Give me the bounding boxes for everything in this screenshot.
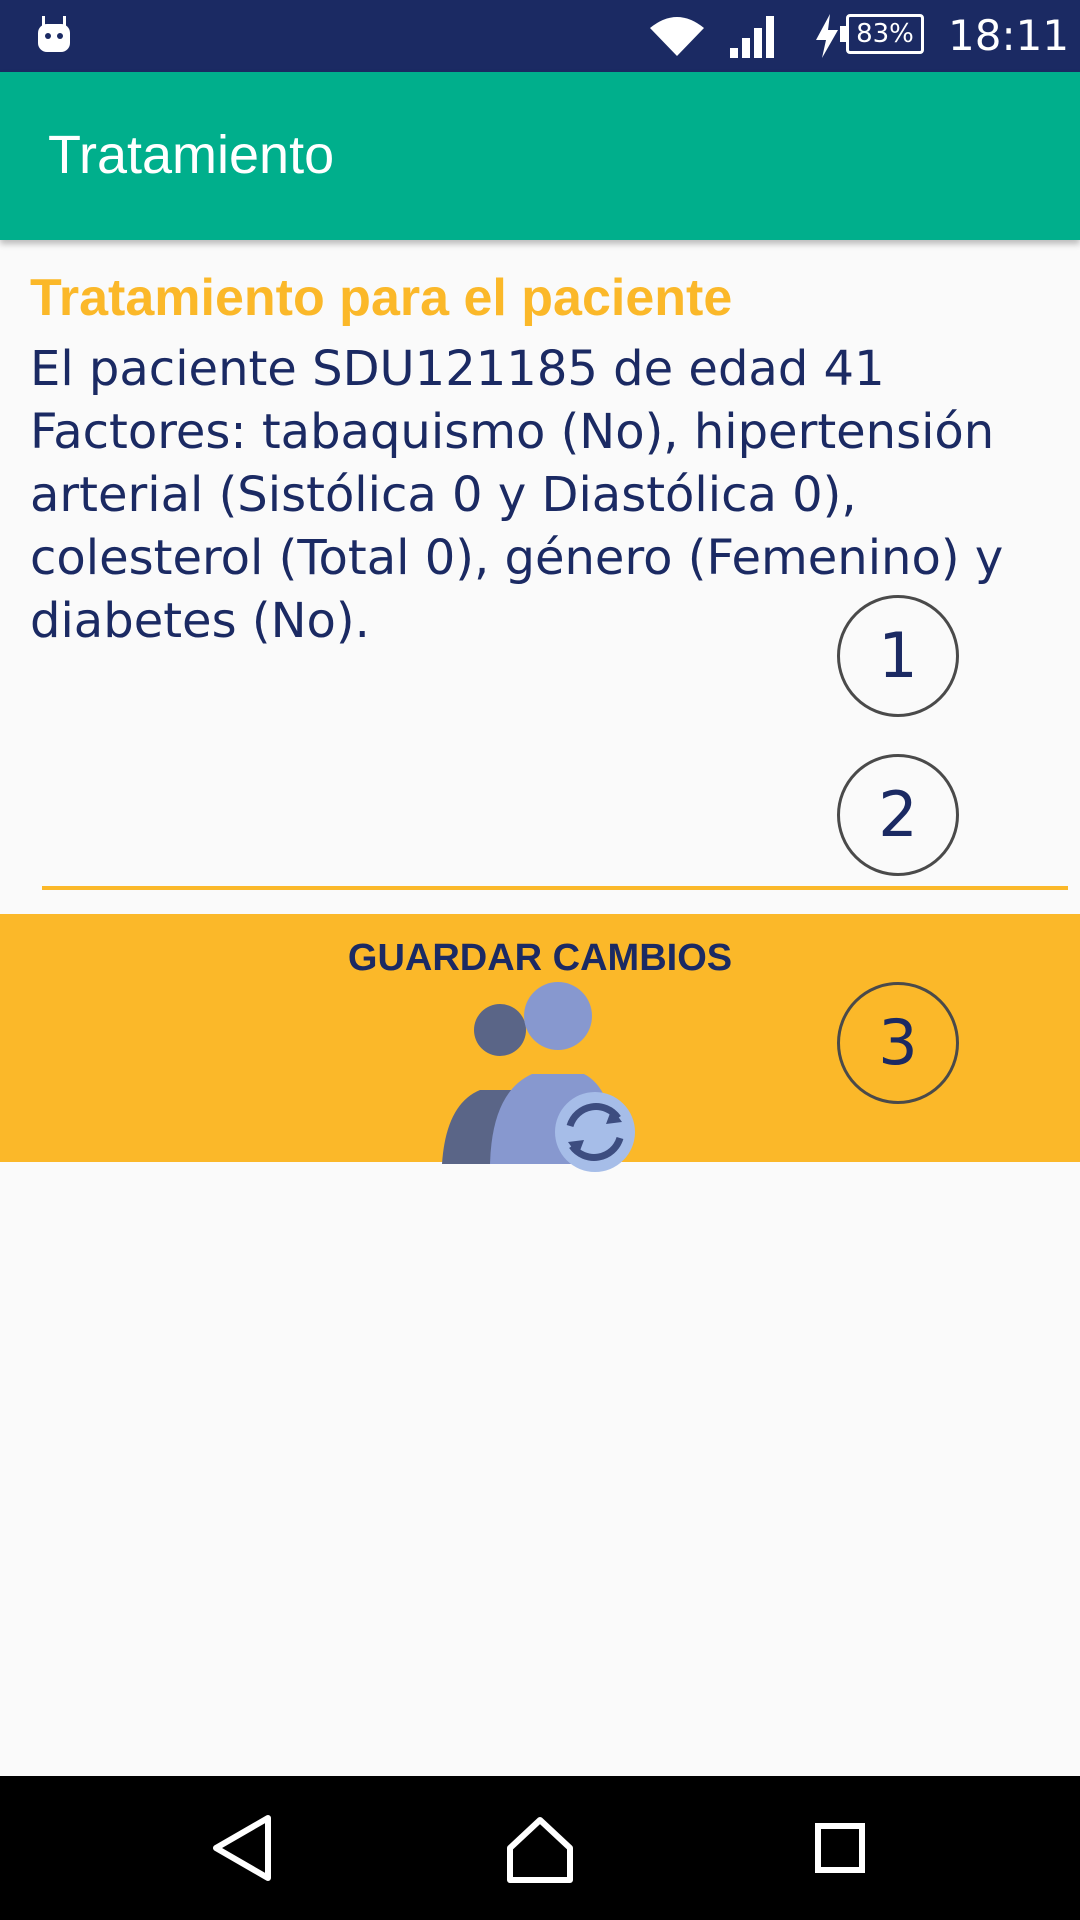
marker-3: 3	[837, 982, 959, 1104]
marker-2: 2	[837, 754, 959, 876]
description-line: colesterol (Total 0), género (Femenino) …	[30, 530, 1004, 586]
back-icon	[213, 1815, 271, 1881]
recents-button[interactable]	[770, 1776, 910, 1920]
description-line: Factores: tabaquismo (No), hipertensión	[30, 404, 995, 460]
android-icon	[38, 16, 70, 52]
users-sync-icon	[442, 982, 635, 1172]
app-bar-title: Tratamiento	[48, 125, 335, 185]
description-line: arterial (Sistólica 0 y Diastólica 0),	[30, 467, 857, 523]
signal-icon	[730, 16, 774, 58]
charging-icon	[816, 14, 838, 58]
marker-1: 1	[837, 595, 959, 717]
description-line: El paciente SDU121185 de edad 41	[30, 341, 885, 397]
home-icon	[507, 1817, 573, 1883]
wifi-icon	[650, 17, 704, 58]
app-bar: Tratamiento	[0, 72, 1080, 240]
status-bar: 83% 18:11	[0, 0, 1080, 72]
status-time: 18:11	[948, 11, 1070, 60]
home-button[interactable]	[470, 1776, 610, 1920]
recents-icon	[815, 1823, 865, 1873]
back-button[interactable]	[172, 1776, 312, 1920]
navigation-bar	[0, 1776, 1080, 1920]
page-heading: Tratamiento para el paciente	[30, 269, 733, 327]
battery-icon: 83%	[846, 14, 924, 54]
divider	[42, 886, 1068, 890]
